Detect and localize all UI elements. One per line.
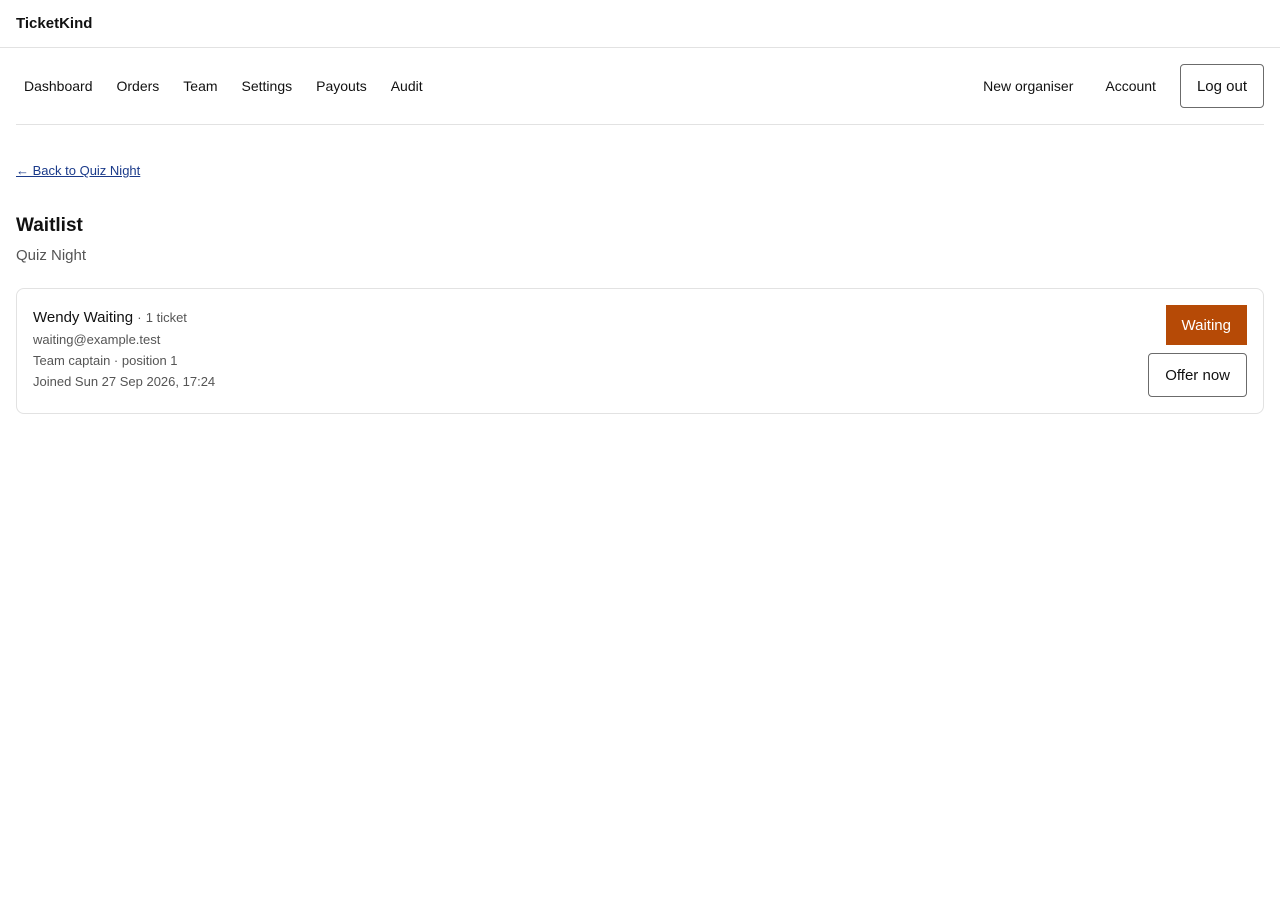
nav-account[interactable]: Account <box>1097 78 1164 94</box>
entry-actions: Waiting Offer now <box>1148 305 1247 397</box>
entry-ticket-count: 1 ticket <box>145 310 187 325</box>
nav-orders[interactable]: Orders <box>109 78 168 94</box>
entry-name: Wendy Waiting <box>33 309 134 326</box>
entry-separator: · <box>137 310 142 325</box>
back-to-event-link[interactable]: ← Back to Quiz Night <box>16 163 140 178</box>
nav-left: Dashboard Orders Team Settings Payouts A… <box>16 78 439 94</box>
top-bar: TicketKind <box>0 0 1280 48</box>
nav-payouts[interactable]: Payouts <box>308 78 375 94</box>
page-title: Waitlist <box>16 215 83 236</box>
main-nav: Dashboard Orders Team Settings Payouts A… <box>16 48 1264 125</box>
brand-logo[interactable]: TicketKind <box>16 15 92 32</box>
nav-settings[interactable]: Settings <box>234 78 301 94</box>
nav-new-organiser[interactable]: New organiser <box>975 78 1081 94</box>
main-content: ← Back to Quiz Night Waitlist Quiz Night… <box>16 125 1264 414</box>
nav-team[interactable]: Team <box>175 78 225 94</box>
entry-name-row: Wendy Waiting · 1 ticket <box>33 309 215 326</box>
page-wrapper: Dashboard Orders Team Settings Payouts A… <box>0 48 1280 414</box>
nav-audit[interactable]: Audit <box>383 78 431 94</box>
entry-email: waiting@example.test <box>33 332 161 347</box>
nav-dashboard[interactable]: Dashboard <box>16 78 101 94</box>
waitlist-entry-card: Wendy Waiting · 1 ticket waiting@example… <box>16 288 1264 414</box>
page-subtitle: Quiz Night <box>16 247 87 264</box>
entry-role-position: Team captain · position 1 <box>33 353 178 368</box>
entry-joined: Joined Sun 27 Sep 2026, 17:24 <box>33 374 216 389</box>
entry-details: Wendy Waiting · 1 ticket waiting@example… <box>33 305 215 389</box>
offer-now-button[interactable]: Offer now <box>1148 353 1247 397</box>
nav-right: New organiser Account Log out <box>975 64 1264 108</box>
logout-button[interactable]: Log out <box>1179 64 1264 108</box>
status-badge: Waiting <box>1165 305 1247 345</box>
